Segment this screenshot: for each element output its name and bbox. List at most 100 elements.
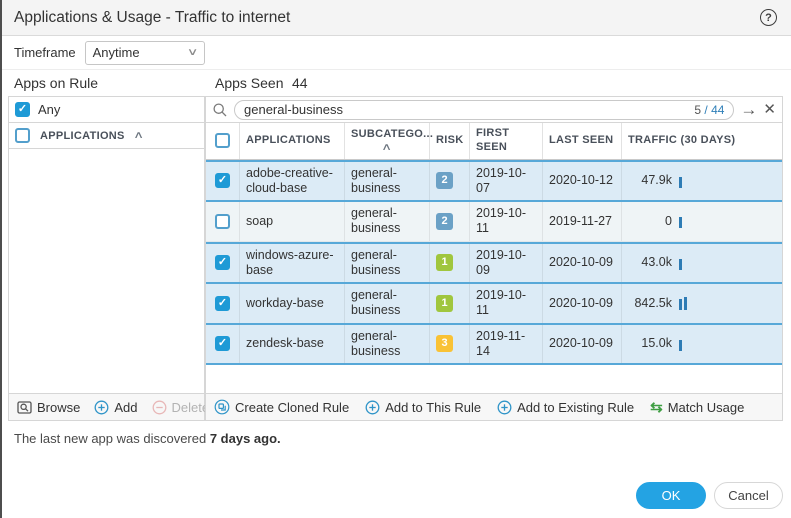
apps-on-rule-header[interactable]: APPLICATIONS ∧ <box>9 123 204 149</box>
col-subcategory-label: SUBCATEGO... <box>351 128 423 142</box>
risk-badge: 1 <box>436 295 453 312</box>
first-seen-cell: 2019-10-11 <box>470 202 543 241</box>
applications-usage-dialog: Applications & Usage - Traffic to intern… <box>0 0 791 518</box>
row-checkbox[interactable] <box>215 214 230 229</box>
delete-button[interactable]: Delete <box>152 400 210 415</box>
risk-cell: 2 <box>430 162 470 201</box>
col-first-seen[interactable]: FIRST SEEN <box>470 123 543 159</box>
col-risk[interactable]: RISK <box>430 123 470 159</box>
traffic-value: 0 <box>628 214 672 229</box>
apps-seen-toolbar: Create Cloned Rule Add to This Rule Add … <box>206 393 782 420</box>
row-checkbox[interactable] <box>215 336 230 351</box>
dialog-title: Applications & Usage - Traffic to intern… <box>14 9 290 27</box>
col-subcategory[interactable]: SUBCATEGO... ∧ <box>345 123 430 159</box>
col-risk-label: RISK <box>436 134 463 148</box>
apps-on-rule-list <box>9 149 204 393</box>
search-clear-icon[interactable]: ✕ <box>763 102 776 117</box>
traffic-value: 43.0k <box>628 255 672 270</box>
any-label: Any <box>38 102 60 117</box>
applications-column-header: APPLICATIONS <box>40 130 125 142</box>
apps-on-rule-panel: Any APPLICATIONS ∧ Browse Add <box>8 96 205 421</box>
search-icon <box>212 102 228 118</box>
select-all-rule-checkbox[interactable] <box>15 128 30 143</box>
apps-seen-table-header: APPLICATIONS SUBCATEGO... ∧ RISK FIRST S… <box>206 123 782 160</box>
ok-button[interactable]: OK <box>636 482 706 509</box>
subcategory-cell: general-business <box>345 284 430 323</box>
col-applications[interactable]: APPLICATIONS <box>240 123 345 159</box>
traffic-cell: 842.5k <box>622 284 782 323</box>
traffic-value: 15.0k <box>628 336 672 351</box>
row-checkbox[interactable] <box>215 173 230 188</box>
table-row[interactable]: workday-basegeneral-business12019-10-112… <box>206 284 782 325</box>
delete-label: Delete <box>172 400 210 415</box>
timeframe-row: Timeframe Anytime ∨ <box>0 36 791 70</box>
app-name-cell: soap <box>240 202 345 241</box>
traffic-bar <box>679 340 682 351</box>
cancel-button[interactable]: Cancel <box>714 482 783 509</box>
create-cloned-rule-button[interactable]: Create Cloned Rule <box>214 399 349 415</box>
traffic-bar <box>679 259 682 270</box>
match-separator: / <box>701 103 711 117</box>
plus-circle-icon <box>365 400 380 415</box>
risk-cell: 1 <box>430 244 470 283</box>
traffic-value: 47.9k <box>628 173 672 188</box>
match-usage-icon: ⇆ <box>650 398 663 416</box>
last-seen-cell: 2019-11-27 <box>543 202 622 241</box>
minus-circle-icon <box>152 400 167 415</box>
add-to-existing-rule-button[interactable]: Add to Existing Rule <box>497 400 634 415</box>
subcategory-cell: general-business <box>345 325 430 364</box>
traffic-sparkline <box>679 174 682 188</box>
row-checkbox[interactable] <box>215 296 230 311</box>
any-checkbox[interactable] <box>15 102 30 117</box>
select-all-seen-checkbox[interactable] <box>215 133 230 148</box>
risk-badge: 3 <box>436 335 453 352</box>
risk-cell: 3 <box>430 325 470 364</box>
apps-seen-panel: general-business 5 / 44 → ✕ APPLICATIONS… <box>205 96 783 421</box>
sort-asc-icon: ∧ <box>133 130 144 141</box>
apps-seen-rows: adobe-creative-cloud-base general-busines… <box>206 160 782 394</box>
match-usage-label: Match Usage <box>668 400 745 415</box>
subcategory-cell: general-business <box>345 244 430 283</box>
search-next-icon[interactable]: → <box>740 101 757 118</box>
risk-cell: 1 <box>430 284 470 323</box>
risk-badge: 1 <box>436 254 453 271</box>
note-text: The last new app was discovered <box>14 431 210 446</box>
first-seen-cell: 2019-10-07 <box>470 162 543 201</box>
add-to-this-rule-label: Add to This Rule <box>385 400 481 415</box>
table-row[interactable]: soapgeneral-business22019-10-112019-11-2… <box>206 202 782 242</box>
col-last-seen[interactable]: LAST SEEN <box>543 123 622 159</box>
chevron-down-icon: ∨ <box>187 47 199 58</box>
risk-cell: 2 <box>430 202 470 241</box>
row-checkbox-cell <box>206 244 240 283</box>
apps-on-rule-toolbar: Browse Add Delete <box>9 393 204 420</box>
traffic-sparkline <box>679 337 682 351</box>
table-row[interactable]: adobe-creative-cloud-basegeneral-busines… <box>206 160 782 203</box>
search-row: general-business 5 / 44 → ✕ <box>206 97 782 123</box>
risk-badge: 2 <box>436 172 453 189</box>
browse-button[interactable]: Browse <box>17 400 80 415</box>
traffic-bar <box>679 299 682 310</box>
timeframe-value: Anytime <box>93 45 140 60</box>
help-icon[interactable]: ? <box>760 9 777 26</box>
select-all-seen-cell <box>206 123 240 159</box>
table-row[interactable]: zendesk-basegeneral-business32019-11-142… <box>206 325 782 366</box>
traffic-bar <box>679 217 682 228</box>
add-to-this-rule-button[interactable]: Add to This Rule <box>365 400 481 415</box>
apps-on-rule-title: Apps on Rule <box>14 75 98 91</box>
app-name-cell: workday-base <box>240 284 345 323</box>
any-row: Any <box>9 97 204 123</box>
last-seen-cell: 2020-10-09 <box>543 284 622 323</box>
match-usage-button[interactable]: ⇆ Match Usage <box>650 398 744 416</box>
last-app-discovered-note: The last new app was discovered 7 days a… <box>14 431 281 446</box>
timeframe-select[interactable]: Anytime ∨ <box>85 41 205 65</box>
row-checkbox[interactable] <box>215 255 230 270</box>
search-input[interactable]: general-business 5 / 44 <box>234 100 734 120</box>
traffic-sparkline <box>679 214 682 228</box>
traffic-bar <box>684 297 687 310</box>
add-button[interactable]: Add <box>94 400 137 415</box>
col-traffic[interactable]: TRAFFIC (30 DAYS) <box>622 123 782 159</box>
app-name-cell: adobe-creative-cloud-base <box>240 162 345 201</box>
table-row[interactable]: windows-azure-basegeneral-business12019-… <box>206 242 782 285</box>
traffic-sparkline <box>679 296 687 310</box>
plus-circle-icon <box>94 400 109 415</box>
